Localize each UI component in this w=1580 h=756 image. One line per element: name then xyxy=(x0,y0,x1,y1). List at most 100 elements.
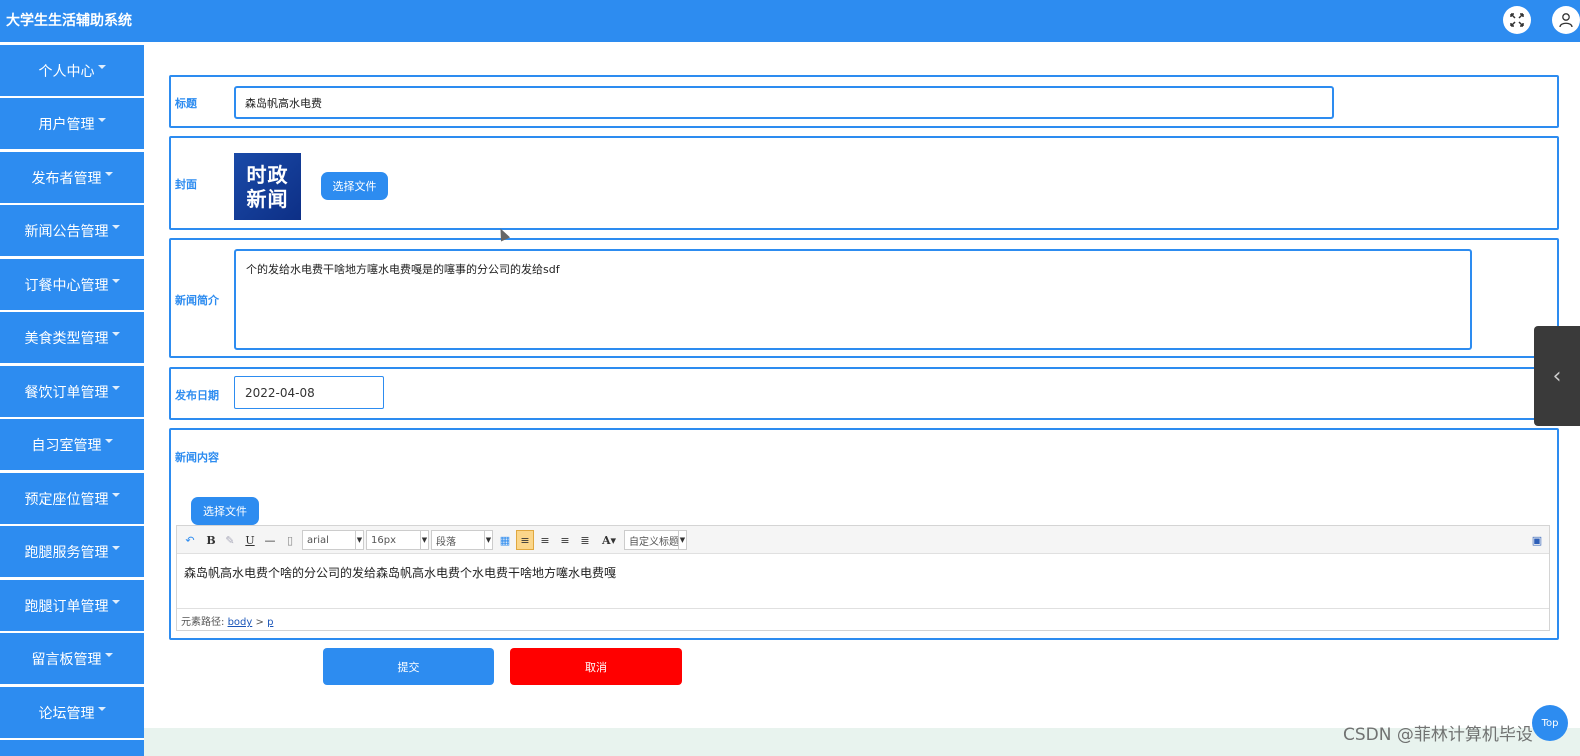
sidebar-item-label: 美食类型管理 xyxy=(24,330,109,347)
sidebar: 个人中心 用户管理 发布者管理 新闻公告管理 订餐中心管理 美食类型管理 餐饮订… xyxy=(0,42,144,756)
sidebar-item-label: 新闻公告管理 xyxy=(24,223,109,240)
underline-icon[interactable]: U xyxy=(243,530,257,550)
sidebar-item-publisher-management[interactable]: 发布者管理 xyxy=(0,152,144,203)
path-separator: > xyxy=(255,617,264,628)
editor-toolbar: ↶ B ✎ U — ▯ arial ▼ 16px ▼ 段落 ▼ ▦ ≡ ≡ ≡ ≣ A… xyxy=(177,526,1549,554)
paragraph-value: 段落 xyxy=(436,536,456,548)
caret-down-icon xyxy=(111,278,120,283)
title-row: 标题 xyxy=(169,75,1559,128)
sidebar-item-label: 跑腿服务管理 xyxy=(24,544,109,561)
top-bar: 大学生生活辅助系统 xyxy=(0,0,1580,42)
sidebar-item-label: 订餐中心管理 xyxy=(24,277,109,294)
caret-down-icon xyxy=(111,224,120,229)
summary-textarea[interactable] xyxy=(234,249,1472,350)
app-title: 大学生生活辅助系统 xyxy=(6,13,132,29)
caret-down-icon xyxy=(111,492,120,497)
caret-down-icon xyxy=(111,331,120,336)
caret-down-icon xyxy=(104,652,113,657)
cover-label: 封面 xyxy=(175,178,197,191)
cover-choose-file-button[interactable]: 选择文件 xyxy=(321,172,388,200)
paragraph-select[interactable]: 段落 ▼ xyxy=(431,530,493,550)
element-path-label: 元素路径: xyxy=(181,617,225,628)
caret-down-icon xyxy=(97,706,106,711)
content-label: 新闻内容 xyxy=(175,451,219,464)
path-p-link[interactable]: p xyxy=(267,617,273,628)
sidebar-item-study-room[interactable]: 自习室管理 xyxy=(0,419,144,470)
custom-title-select[interactable]: 自定义标题 ▼ xyxy=(624,530,687,550)
sidebar-item-message-board[interactable]: 留言板管理 xyxy=(0,633,144,684)
caret-down-icon xyxy=(104,171,113,176)
font-size-select[interactable]: 16px ▼ xyxy=(366,530,429,550)
summary-label: 新闻简介 xyxy=(175,294,219,307)
sidebar-item-ordering-center[interactable]: 订餐中心管理 xyxy=(0,259,144,310)
cancel-button[interactable]: 取消 xyxy=(510,648,682,685)
align-justify-icon[interactable]: ≣ xyxy=(578,530,592,550)
element-path-bar: 元素路径: body > p xyxy=(177,608,1549,630)
date-row: 发布日期 2022-04-08 xyxy=(169,367,1559,420)
paint-format-icon[interactable]: ✎ xyxy=(223,530,237,550)
editor-content[interactable]: 森岛帆高水电费个啥的分公司的发给森岛帆高水电费个水电费干啥地方噻水电费嘎 xyxy=(184,564,616,581)
sidebar-item-more[interactable] xyxy=(0,740,144,756)
sidebar-item-label: 发布者管理 xyxy=(31,170,102,187)
sidebar-item-forum[interactable]: 论坛管理 xyxy=(0,687,144,738)
submit-button[interactable]: 提交 xyxy=(323,648,494,685)
sidebar-item-label: 用户管理 xyxy=(38,116,95,133)
back-to-top-button[interactable]: Top xyxy=(1532,705,1568,741)
dropdown-arrow-icon: ▼ xyxy=(484,531,492,549)
bold-icon[interactable]: B xyxy=(204,530,218,550)
date-label: 发布日期 xyxy=(175,389,219,402)
sidebar-item-label: 自习室管理 xyxy=(31,437,102,454)
sidebar-item-errand-service[interactable]: 跑腿服务管理 xyxy=(0,526,144,577)
dropdown-arrow-icon: ▼ xyxy=(678,531,686,549)
summary-row: 新闻简介 xyxy=(169,238,1559,358)
expand-icon[interactable] xyxy=(1503,6,1531,34)
sidebar-item-errand-orders[interactable]: 跑腿订单管理 xyxy=(0,580,144,631)
sidebar-item-personal-center[interactable]: 个人中心 xyxy=(0,45,144,96)
sidebar-item-label: 个人中心 xyxy=(38,63,95,80)
caret-down-icon xyxy=(111,385,120,390)
sidebar-item-user-management[interactable]: 用户管理 xyxy=(0,98,144,149)
caret-down-icon xyxy=(97,64,106,69)
title-input[interactable] xyxy=(234,86,1334,119)
rich-text-editor: ↶ B ✎ U — ▯ arial ▼ 16px ▼ 段落 ▼ ▦ ≡ ≡ ≡ ≣ A… xyxy=(176,525,1550,631)
align-center-icon[interactable]: ≡ xyxy=(558,530,572,550)
font-family-value: arial xyxy=(307,534,329,546)
title-label: 标题 xyxy=(175,97,197,110)
caret-down-icon xyxy=(111,599,120,604)
cover-image-text: 时政 xyxy=(246,162,289,187)
sidebar-item-label: 留言板管理 xyxy=(31,651,102,668)
user-icon[interactable] xyxy=(1552,6,1580,34)
custom-title-value: 自定义标题 xyxy=(629,536,679,548)
sidebar-item-news-management[interactable]: 新闻公告管理 xyxy=(0,205,144,256)
chevron-left-icon[interactable]: ‹ xyxy=(1534,326,1580,426)
font-size-value: 16px xyxy=(371,534,396,546)
caret-down-icon xyxy=(97,117,106,122)
table-icon[interactable]: ▦ xyxy=(498,530,512,550)
dropdown-arrow-icon: ▼ xyxy=(355,531,363,549)
watermark: CSDN @菲林计算机毕设 xyxy=(1343,725,1533,745)
cover-image: 时政 新闻 xyxy=(234,153,301,220)
caret-down-icon xyxy=(104,438,113,443)
date-input[interactable]: 2022-04-08 xyxy=(234,376,384,409)
sidebar-item-label: 餐饮订单管理 xyxy=(24,384,109,401)
sidebar-item-label: 跑腿订单管理 xyxy=(24,598,109,615)
font-color-icon[interactable]: A▾ xyxy=(599,530,619,550)
sidebar-item-food-type[interactable]: 美食类型管理 xyxy=(0,312,144,363)
horizontal-rule-icon[interactable]: — xyxy=(263,530,277,550)
font-family-select[interactable]: arial ▼ xyxy=(302,530,364,550)
fullscreen-icon[interactable]: ▣ xyxy=(1530,530,1544,550)
sidebar-item-food-orders[interactable]: 餐饮订单管理 xyxy=(0,366,144,417)
content-row: 新闻内容 选择文件 ↶ B ✎ U — ▯ arial ▼ 16px ▼ 段落 ▼ ▦… xyxy=(169,428,1559,640)
sidebar-item-label: 预定座位管理 xyxy=(24,491,109,508)
undo-icon[interactable]: ↶ xyxy=(183,530,197,550)
sidebar-item-label: 论坛管理 xyxy=(38,705,95,722)
cover-row: 封面 时政 新闻 选择文件 xyxy=(169,136,1559,230)
content-choose-file-button[interactable]: 选择文件 xyxy=(191,497,259,525)
new-document-icon[interactable]: ▯ xyxy=(283,530,297,550)
path-body-link[interactable]: body xyxy=(228,617,253,628)
align-left-icon[interactable]: ≡ xyxy=(516,530,534,550)
cover-image-text: 新闻 xyxy=(246,186,289,211)
align-right-icon[interactable]: ≡ xyxy=(538,530,552,550)
sidebar-item-seat-reservation[interactable]: 预定座位管理 xyxy=(0,473,144,524)
caret-down-icon xyxy=(111,545,120,550)
